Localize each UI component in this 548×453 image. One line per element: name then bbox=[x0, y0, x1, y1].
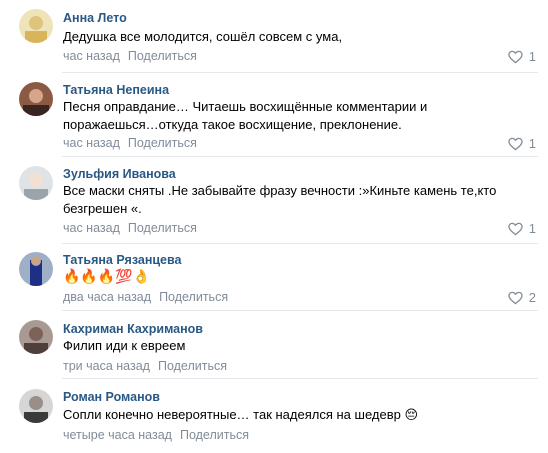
like-count: 1 bbox=[528, 49, 536, 64]
comment-author[interactable]: Татьяна Непеина bbox=[63, 83, 169, 97]
like-button[interactable]: 1 bbox=[508, 221, 536, 236]
comment-meta: три часа назад Поделиться bbox=[63, 359, 227, 373]
comment-item: Зульфия Иванова Все маски сняты .Не забы… bbox=[0, 157, 548, 243]
share-link[interactable]: Поделиться bbox=[159, 290, 228, 304]
comment-time[interactable]: четыре часа назад bbox=[63, 428, 172, 442]
like-count: 2 bbox=[528, 290, 536, 305]
comment-author[interactable]: Зульфия Иванова bbox=[63, 167, 176, 181]
comment-author[interactable]: Роман Романов bbox=[63, 390, 160, 404]
like-button[interactable]: 2 bbox=[508, 290, 536, 305]
avatar[interactable] bbox=[19, 389, 53, 423]
comment-time[interactable]: час назад bbox=[63, 136, 120, 150]
comment-author[interactable]: Анна Лето bbox=[63, 11, 127, 25]
comment-text: 🔥🔥🔥💯👌 bbox=[63, 269, 151, 285]
share-link[interactable]: Поделиться bbox=[128, 136, 197, 150]
comment-text: Сопли конечно невероятные… так надеялся … bbox=[63, 407, 419, 422]
comment-item: Кахриман Кахриманов Филип иди к евреем т… bbox=[0, 311, 548, 378]
avatar[interactable] bbox=[19, 320, 53, 354]
share-link[interactable]: Поделиться bbox=[128, 49, 197, 63]
comment-meta: час назад Поделиться bbox=[63, 49, 197, 63]
comment-meta: четыре часа назад Поделиться bbox=[63, 428, 249, 442]
comment-time[interactable]: час назад bbox=[63, 221, 120, 235]
comment-meta: час назад Поделиться bbox=[63, 136, 197, 150]
comment-meta: два часа назад Поделиться bbox=[63, 290, 228, 304]
like-button[interactable]: 1 bbox=[508, 136, 536, 151]
heart-icon bbox=[508, 222, 523, 235]
comment-text: Песня оправдание… Читаешь восхищённые ко… bbox=[63, 99, 428, 132]
heart-icon bbox=[508, 291, 523, 304]
share-link[interactable]: Поделиться bbox=[180, 428, 249, 442]
like-count: 1 bbox=[528, 221, 536, 236]
comment-time[interactable]: три часа назад bbox=[63, 359, 150, 373]
comment-meta: час назад Поделиться bbox=[63, 221, 197, 235]
comment-item: Татьяна Рязанцева 🔥🔥🔥💯👌 два часа назад По… bbox=[0, 244, 548, 310]
comment-time[interactable]: час назад bbox=[63, 49, 120, 63]
share-link[interactable]: Поделиться bbox=[128, 221, 197, 235]
comment-text: Все маски сняты .Не забывайте фразу вечн… bbox=[63, 183, 497, 216]
comment-text: Филип иди к евреем bbox=[63, 338, 186, 353]
like-count: 1 bbox=[528, 136, 536, 151]
avatar[interactable] bbox=[19, 82, 53, 116]
heart-icon bbox=[508, 137, 523, 150]
comments-feed: Анна Лето Дедушка все молодится, сошёл с… bbox=[0, 0, 548, 453]
comment-item: Анна Лето Дедушка все молодится, сошёл с… bbox=[0, 0, 548, 72]
comment-time[interactable]: два часа назад bbox=[63, 290, 151, 304]
like-button[interactable]: 1 bbox=[508, 49, 536, 64]
heart-icon bbox=[508, 50, 523, 63]
comment-author[interactable]: Кахриман Кахриманов bbox=[63, 322, 203, 336]
avatar[interactable] bbox=[19, 166, 53, 200]
avatar[interactable] bbox=[19, 9, 53, 43]
comment-text: Дедушка все молодится, сошёл совсем с ум… bbox=[63, 29, 343, 44]
comment-author[interactable]: Татьяна Рязанцева bbox=[63, 253, 181, 267]
comment-item: Роман Романов Сопли конечно невероятные…… bbox=[0, 379, 548, 453]
comment-item: Татьяна Непеина Песня оправдание… Читаеш… bbox=[0, 73, 548, 156]
share-link[interactable]: Поделиться bbox=[158, 359, 227, 373]
avatar[interactable] bbox=[19, 252, 53, 286]
